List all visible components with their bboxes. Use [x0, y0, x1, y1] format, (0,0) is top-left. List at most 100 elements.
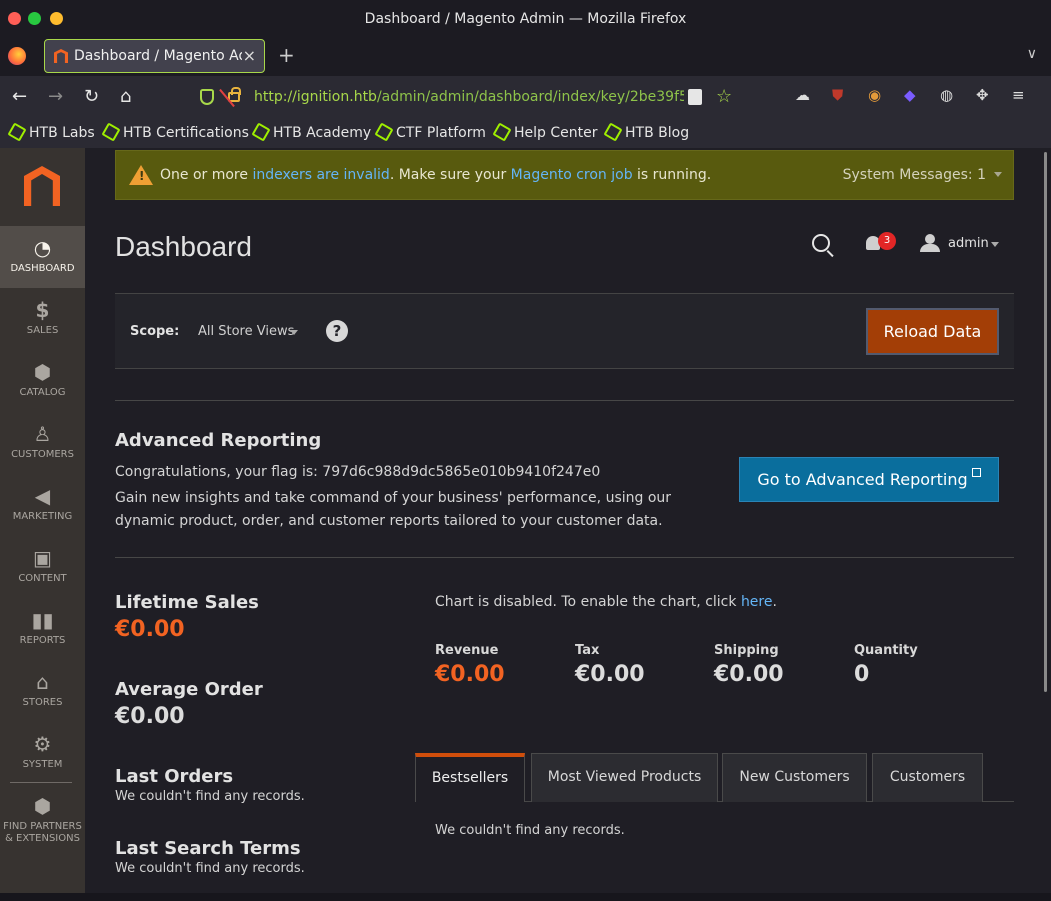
scope-toolbar: Scope: All Store Views ? Reload Data: [115, 293, 1014, 369]
divider: [115, 557, 1014, 558]
url-bar[interactable]: http://ignition.htb/admin/admin/dashboar…: [188, 83, 748, 113]
user-icon[interactable]: [920, 234, 940, 252]
divider: [115, 400, 1014, 401]
lifetime-sales-title: Lifetime Sales: [115, 592, 259, 613]
search-icon[interactable]: [812, 234, 830, 252]
sidebar-item-dashboard[interactable]: ◔ DASHBOARD: [0, 226, 85, 288]
sidebar-item-system[interactable]: ⚙ SYSTEM: [0, 722, 85, 784]
bookmark-ctf-platform[interactable]: CTF Platform: [374, 122, 486, 142]
cron-job-link[interactable]: Magento cron job: [511, 167, 633, 183]
magento-favicon-icon: [54, 49, 68, 63]
htb-cube-icon: [374, 122, 394, 142]
sidebar-item-stores[interactable]: ⌂ STORES: [0, 660, 85, 722]
chevron-down-icon[interactable]: [991, 242, 999, 247]
enable-chart-link[interactable]: here: [741, 594, 773, 610]
url-text[interactable]: http://ignition.htb/admin/admin/dashboar…: [254, 89, 684, 105]
extensions-puzzle-icon[interactable]: ✥: [976, 86, 989, 104]
admin-user-menu[interactable]: admin: [948, 236, 989, 251]
tracking-shield-icon[interactable]: [200, 89, 214, 105]
navigation-bar: ← → ↻ ⌂ http://ignition.htb/admin/admin/…: [0, 76, 1051, 169]
admin-sidebar: ◔ DASHBOARD $ SALES ⬢ CATALOG ♙ CUSTOMER…: [0, 148, 85, 901]
indexers-link[interactable]: indexers are invalid: [252, 167, 389, 183]
vertical-scrollbar[interactable]: [1040, 148, 1051, 901]
external-link-icon: [971, 468, 981, 477]
dollar-icon: $: [35, 298, 50, 322]
box-icon: ⬢: [33, 360, 52, 384]
tax-value: €0.00: [575, 662, 645, 687]
quantity-value: 0: [854, 662, 870, 687]
extension-icon[interactable]: ◉: [868, 86, 881, 104]
home-icon[interactable]: ⌂: [120, 86, 131, 107]
browser-tab[interactable]: Dashboard / Magento Admin ×: [44, 39, 265, 73]
bookmark-htb-labs[interactable]: HTB Labs: [7, 122, 95, 142]
tab-bestsellers[interactable]: Bestsellers: [415, 753, 525, 802]
bar-chart-icon: ▮▮: [31, 608, 54, 632]
bookmark-htb-certifications[interactable]: HTB Certifications: [101, 122, 249, 142]
cookie-icon[interactable]: ◍: [940, 86, 953, 104]
tax-label: Tax: [575, 643, 600, 658]
sidebar-item-marketing[interactable]: ◀ MARKETING: [0, 474, 85, 536]
lifetime-sales-value: €0.00: [115, 617, 185, 642]
htb-cube-icon: [101, 122, 121, 142]
storefront-icon: ⌂: [36, 670, 49, 694]
list-tabs-chevron-icon[interactable]: ∨: [1027, 46, 1037, 62]
extension-icon[interactable]: ◆: [904, 86, 916, 104]
sidebar-item-content[interactable]: ▣ CONTENT: [0, 536, 85, 598]
gear-icon: ⚙: [33, 732, 52, 756]
advanced-reporting-description: Gain new insights and take command of yo…: [115, 490, 672, 529]
tab-most-viewed-products[interactable]: Most Viewed Products: [531, 753, 718, 802]
page-viewport: ◔ DASHBOARD $ SALES ⬢ CATALOG ♙ CUSTOMER…: [0, 148, 1040, 901]
firefox-icon[interactable]: [8, 47, 26, 65]
go-to-advanced-reporting-button[interactable]: Go to Advanced Reporting: [739, 457, 999, 502]
chevron-down-icon[interactable]: [290, 330, 298, 335]
average-order-value: €0.00: [115, 704, 185, 729]
bookmark-htb-blog[interactable]: HTB Blog: [603, 122, 689, 142]
system-messages-toggle[interactable]: System Messages: 1: [843, 167, 1002, 183]
shipping-label: Shipping: [714, 643, 779, 658]
menu-hamburger-icon[interactable]: ≡: [1012, 86, 1025, 104]
bookmark-star-icon[interactable]: ☆: [716, 86, 732, 107]
tab-new-customers[interactable]: New Customers: [722, 753, 867, 802]
bookmark-help-center[interactable]: Help Center: [492, 122, 598, 142]
megaphone-icon: ◀: [34, 484, 51, 508]
htb-cube-icon: [251, 122, 271, 142]
revenue-value: €0.00: [435, 662, 505, 687]
htb-cube-icon: [7, 122, 27, 142]
tab-title: Dashboard / Magento Admin: [74, 48, 242, 64]
chart-disabled-message: Chart is disabled. To enable the chart, …: [435, 594, 777, 610]
scrollbar-thumb[interactable]: [1044, 152, 1047, 692]
last-orders-title: Last Orders: [115, 766, 234, 787]
new-tab-button[interactable]: +: [278, 43, 295, 67]
person-icon: ♙: [33, 422, 52, 446]
help-icon[interactable]: ?: [326, 320, 348, 342]
sidebar-item-reports[interactable]: ▮▮ REPORTS: [0, 598, 85, 660]
back-arrow-icon[interactable]: ←: [12, 86, 27, 107]
forward-arrow-icon[interactable]: →: [48, 86, 63, 107]
ublock-icon[interactable]: ⛊: [832, 86, 843, 104]
sidebar-item-sales[interactable]: $ SALES: [0, 288, 85, 350]
notification-count-badge[interactable]: 3: [878, 232, 896, 250]
reload-icon[interactable]: ↻: [84, 86, 99, 107]
flag-text: Congratulations, your flag is: 797d6c988…: [115, 464, 601, 480]
sidebar-item-customers[interactable]: ♙ CUSTOMERS: [0, 412, 85, 474]
bookmarks-toolbar: HTB Labs HTB Certifications HTB Academy …: [0, 120, 1051, 148]
scope-label: Scope:: [130, 324, 180, 339]
tab-customers[interactable]: Customers: [872, 753, 983, 802]
sidebar-item-catalog[interactable]: ⬢ CATALOG: [0, 350, 85, 412]
sidebar-divider: [10, 782, 72, 783]
sidebar-item-find-partners[interactable]: ⬢ FIND PARTNERS & EXTENSIONS: [0, 784, 85, 856]
last-orders-empty: We couldn't find any records.: [115, 789, 305, 804]
bookmark-htb-academy[interactable]: HTB Academy: [251, 122, 371, 142]
close-tab-icon[interactable]: ×: [243, 46, 256, 65]
extension-icon[interactable]: ☁: [795, 86, 810, 104]
dashboard-tabs: Bestsellers Most Viewed Products New Cus…: [415, 753, 1014, 802]
htb-cube-icon: [492, 122, 512, 142]
reader-view-icon[interactable]: [688, 89, 702, 105]
reload-data-button[interactable]: Reload Data: [866, 308, 999, 355]
last-search-terms-empty: We couldn't find any records.: [115, 861, 305, 876]
scope-switcher[interactable]: All Store Views: [198, 324, 294, 339]
page-title: Dashboard: [115, 231, 252, 262]
quantity-label: Quantity: [854, 643, 918, 658]
layout-icon: ▣: [33, 546, 52, 570]
warning-exclamation: !: [139, 169, 145, 183]
